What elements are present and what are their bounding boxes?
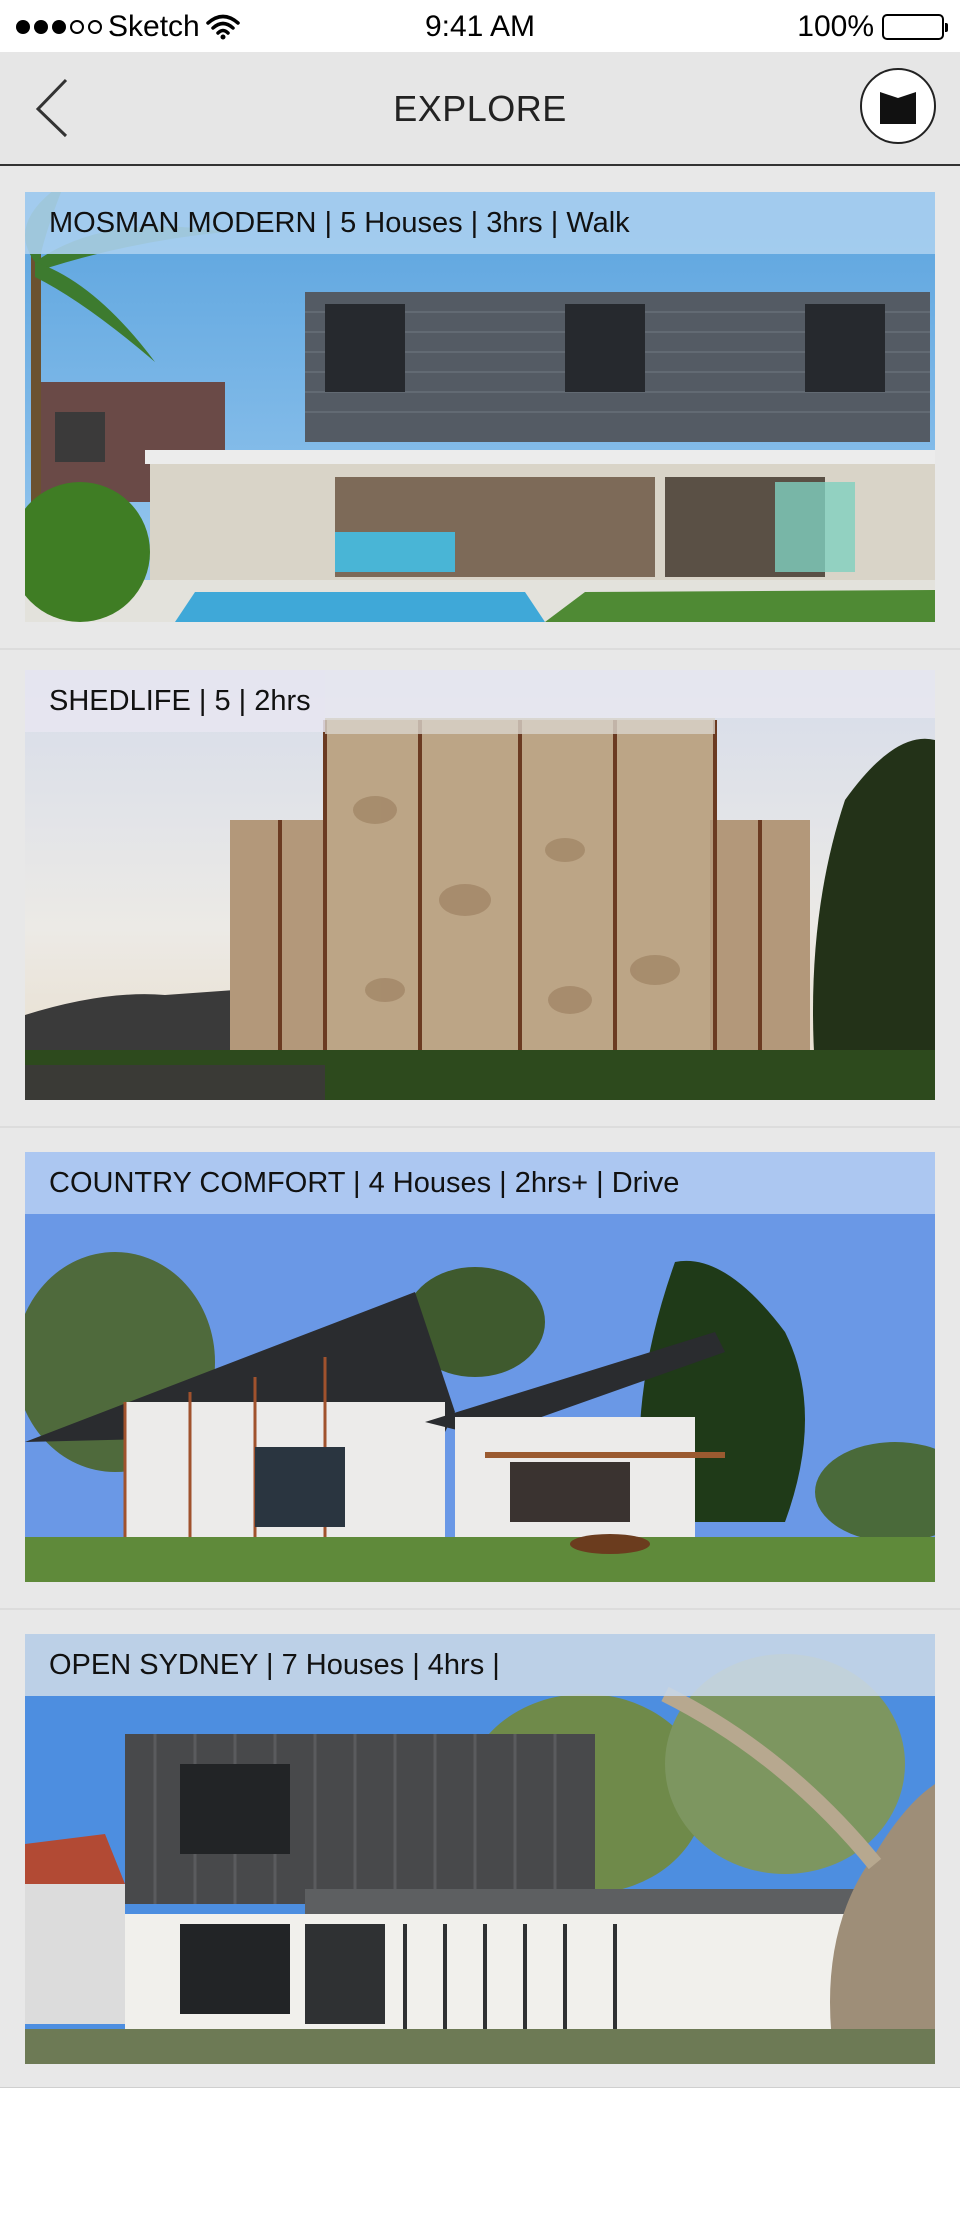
list-divider	[0, 1608, 960, 1610]
list-divider	[0, 1126, 960, 1128]
battery-group: 100%	[797, 8, 948, 46]
tour-card-shedlife[interactable]: SHEDLIFE | 5 | 2hrs	[25, 670, 935, 1100]
tour-caption: COUNTRY COMFORT | 4 Houses | 2hrs+ | Dri…	[49, 1166, 680, 1199]
battery-icon	[882, 14, 948, 40]
tour-card-open-sydney[interactable]: OPEN SYDNEY | 7 Houses | 4hrs |	[25, 1634, 935, 2064]
tour-caption: SHEDLIFE | 5 | 2hrs	[49, 684, 311, 717]
tour-caption: MOSMAN MODERN | 5 Houses | 3hrs | Walk	[49, 206, 630, 239]
page-title: EXPLORE	[393, 88, 567, 129]
tour-list: MOSMAN MODERN | 5 Houses | 3hrs | Walk S…	[0, 166, 960, 2088]
tour-photo-open-sydney	[25, 1634, 935, 2064]
tour-photo-shedlife	[25, 670, 935, 1100]
tour-caption: OPEN SYDNEY | 7 Houses | 4hrs |	[49, 1648, 500, 1681]
tour-card-country-comfort[interactable]: COUNTRY COMFORT | 4 Houses | 2hrs+ | Dri…	[25, 1152, 935, 1582]
logo-button[interactable]	[860, 68, 936, 144]
tour-card-mosman-modern[interactable]: MOSMAN MODERN | 5 Houses | 3hrs | Walk	[25, 192, 935, 622]
tour-photo-mosman-modern	[25, 192, 935, 622]
status-bar: Sketch 9:41 AM 100%	[0, 0, 960, 52]
bookmark-logo-icon	[880, 92, 916, 124]
navigation-bar: EXPLORE	[0, 52, 960, 166]
tour-photo-country-comfort	[25, 1152, 935, 1582]
list-divider	[0, 648, 960, 650]
battery-percent: 100%	[797, 10, 874, 43]
